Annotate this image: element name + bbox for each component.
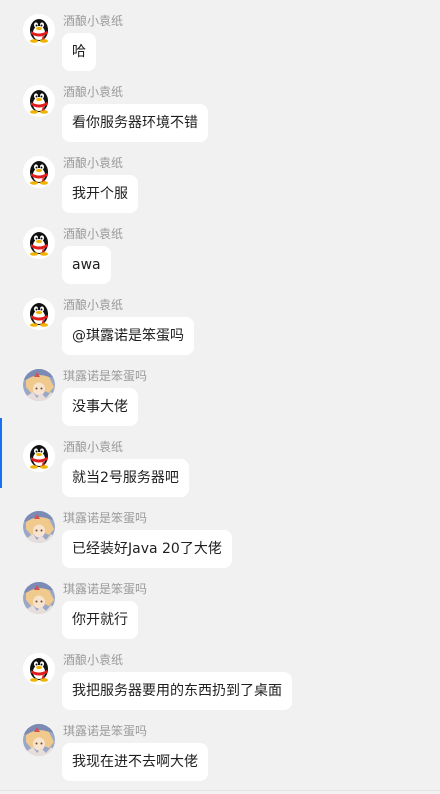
chat-message-list[interactable]: 酒酿小袁纸 哈 酒酿小袁纸 看你服务器环境不错 酒酿小袁纸 我开个服 酒酿小袁纸… [0, 0, 440, 791]
selection-indicator [0, 418, 2, 488]
sender-name[interactable]: 酒酿小袁纸 [63, 440, 123, 454]
sender-name[interactable]: 琪露诺是笨蛋吗 [63, 582, 147, 596]
message-row: 酒酿小袁纸 我开个服 [0, 156, 440, 226]
qq-penguin-avatar-icon[interactable] [23, 653, 55, 685]
message-bubble[interactable]: 我把服务器要用的东西扔到了桌面 [62, 672, 292, 710]
message-bubble[interactable]: 我现在进不去啊大佬 [62, 743, 208, 781]
sender-name[interactable]: 酒酿小袁纸 [63, 227, 123, 241]
message-row: 琪露诺是笨蛋吗 没事大佬 [0, 369, 440, 439]
message-bubble[interactable]: awa [62, 246, 111, 284]
message-row: 酒酿小袁纸 awa [0, 227, 440, 297]
message-bubble[interactable]: 就当2号服务器吧 [62, 459, 189, 497]
anime-girl-avatar-icon[interactable] [23, 724, 55, 756]
qq-penguin-avatar-icon[interactable] [23, 156, 55, 188]
qq-penguin-avatar-icon[interactable] [23, 440, 55, 472]
message-row: 琪露诺是笨蛋吗 已经装好Java 20了大佬 [0, 511, 440, 581]
sender-name[interactable]: 酒酿小袁纸 [63, 653, 123, 667]
message-row: 酒酿小袁纸 看你服务器环境不错 [0, 85, 440, 155]
message-row: 酒酿小袁纸 哈 [0, 14, 440, 84]
message-row: 酒酿小袁纸 就当2号服务器吧 [0, 440, 440, 510]
sender-name[interactable]: 酒酿小袁纸 [63, 14, 123, 28]
sender-name[interactable]: 酒酿小袁纸 [63, 156, 123, 170]
message-bubble[interactable]: 哈 [62, 33, 96, 71]
sender-name[interactable]: 琪露诺是笨蛋吗 [63, 369, 147, 383]
anime-girl-avatar-icon[interactable] [23, 511, 55, 543]
message-row: 酒酿小袁纸 我把服务器要用的东西扔到了桌面 [0, 653, 440, 723]
message-row: 酒酿小袁纸 @琪露诺是笨蛋吗 [0, 298, 440, 368]
sender-name[interactable]: 琪露诺是笨蛋吗 [63, 511, 147, 525]
qq-penguin-avatar-icon[interactable] [23, 298, 55, 330]
qq-penguin-avatar-icon[interactable] [23, 85, 55, 117]
anime-girl-avatar-icon[interactable] [23, 369, 55, 401]
message-bubble[interactable]: 已经装好Java 20了大佬 [62, 530, 232, 568]
message-bubble[interactable]: @琪露诺是笨蛋吗 [62, 317, 194, 355]
anime-girl-avatar-icon[interactable] [23, 582, 55, 614]
qq-penguin-avatar-icon[interactable] [23, 227, 55, 259]
message-bubble[interactable]: 看你服务器环境不错 [62, 104, 208, 142]
sender-name[interactable]: 酒酿小袁纸 [63, 298, 123, 312]
sender-name[interactable]: 酒酿小袁纸 [63, 85, 123, 99]
message-bubble[interactable]: 没事大佬 [62, 388, 138, 426]
message-bubble[interactable]: 你开就行 [62, 601, 138, 639]
qq-penguin-avatar-icon[interactable] [23, 14, 55, 46]
sender-name[interactable]: 琪露诺是笨蛋吗 [63, 724, 147, 738]
message-bubble[interactable]: 我开个服 [62, 175, 138, 213]
message-row: 琪露诺是笨蛋吗 你开就行 [0, 582, 440, 652]
message-row: 琪露诺是笨蛋吗 我现在进不去啊大佬 [0, 724, 440, 794]
